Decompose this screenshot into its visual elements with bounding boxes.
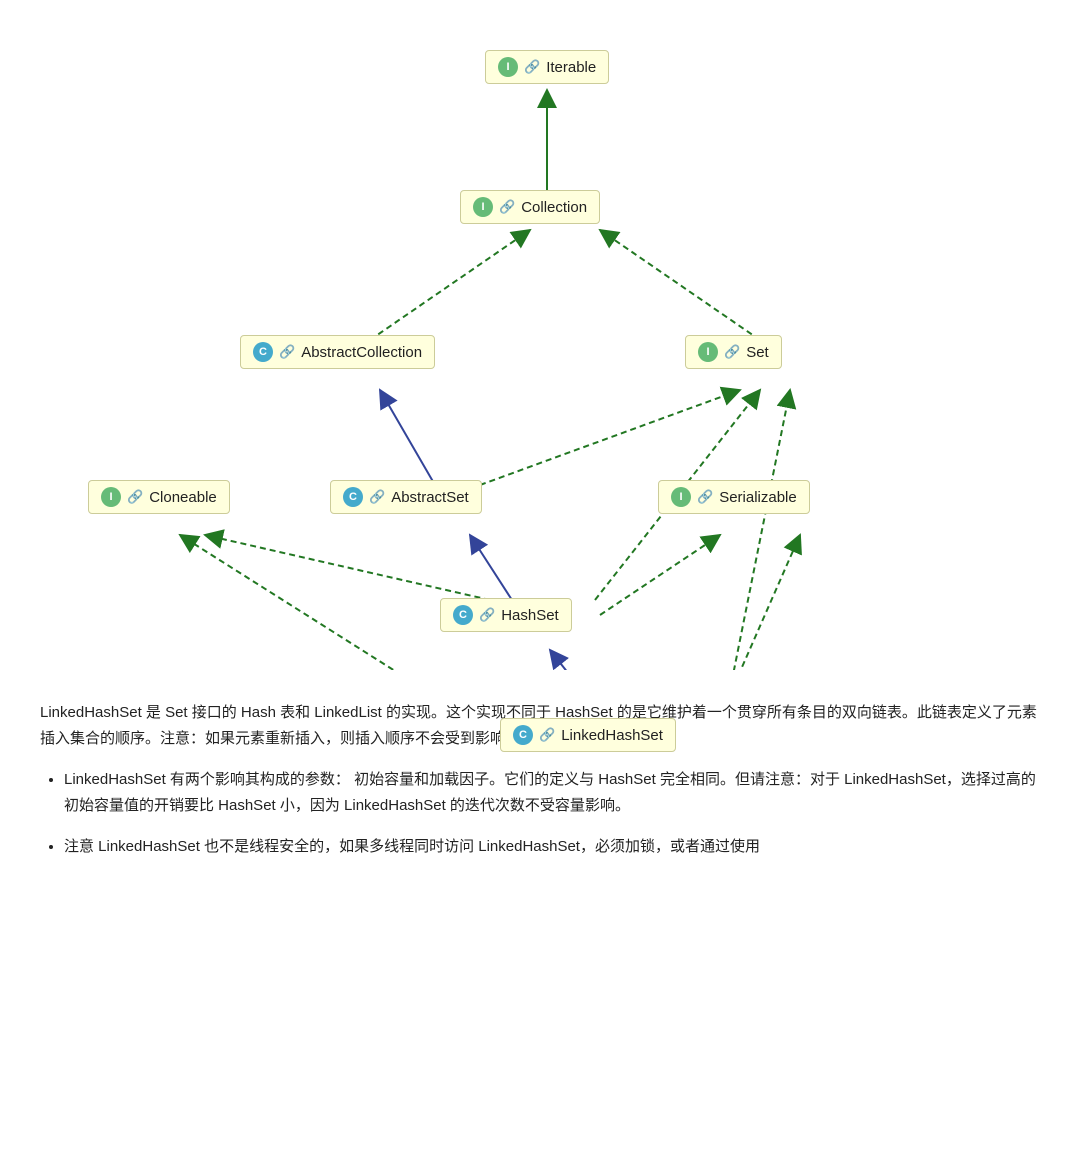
bullet-list: LinkedHashSet 有两个影响其构成的参数： 初始容量和加载因子。它们的… bbox=[40, 767, 1040, 860]
diagram-svg bbox=[40, 30, 1040, 670]
node-abstractcollection: C 🔗 AbstractCollection bbox=[240, 335, 435, 369]
node-serializable: I 🔗 Serializable bbox=[658, 480, 810, 514]
badge-serializable: I bbox=[671, 487, 691, 507]
badge-iterable: I bbox=[498, 57, 518, 77]
node-collection: I 🔗 Collection bbox=[460, 190, 600, 224]
badge-abstractcollection: C bbox=[253, 342, 273, 362]
badge-linkedhashset: C bbox=[513, 725, 533, 745]
badge-abstractset: C bbox=[343, 487, 363, 507]
uml-diagram: I 🔗 Iterable I 🔗 Collection C 🔗 Abstract… bbox=[40, 30, 1040, 670]
node-hashset: C 🔗 HashSet bbox=[440, 598, 572, 632]
node-abstractset: C 🔗 AbstractSet bbox=[330, 480, 482, 514]
bullet-item-1: LinkedHashSet 有两个影响其构成的参数： 初始容量和加载因子。它们的… bbox=[64, 767, 1040, 820]
bullet-item-2: 注意 LinkedHashSet 也不是线程安全的，如果多线程同时访问 Link… bbox=[64, 834, 1040, 860]
badge-set: I bbox=[698, 342, 718, 362]
node-cloneable: I 🔗 Cloneable bbox=[88, 480, 230, 514]
node-linkedhashset: C 🔗 LinkedHashSet bbox=[500, 718, 676, 752]
badge-hashset: C bbox=[453, 605, 473, 625]
badge-cloneable: I bbox=[101, 487, 121, 507]
node-set: I 🔗 Set bbox=[685, 335, 782, 369]
node-iterable: I 🔗 Iterable bbox=[485, 50, 609, 84]
badge-collection: I bbox=[473, 197, 493, 217]
